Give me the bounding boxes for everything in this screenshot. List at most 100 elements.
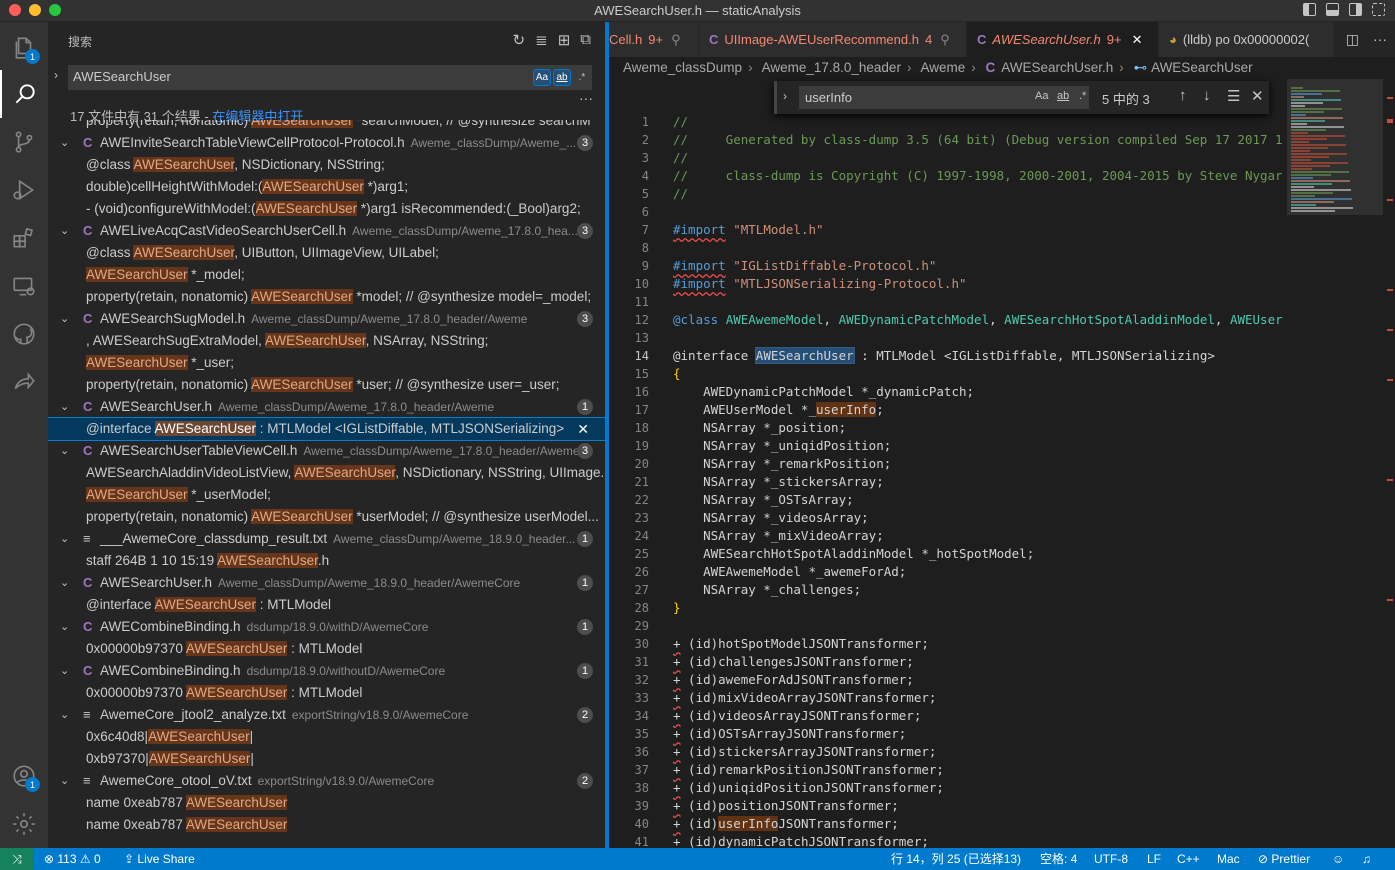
result-file-row[interactable]: ⌄ C AWELiveAcqCastVideoSearchUserCell.h Awe… bbox=[48, 220, 605, 242]
result-match-row[interactable]: 0x6c40d8|AWESearchUser| bbox=[48, 726, 605, 748]
use-regex-toggle[interactable]: .* bbox=[1079, 90, 1086, 102]
result-match-row[interactable]: AWESearchUser *_model; bbox=[48, 264, 605, 286]
match-whole-word-toggle[interactable]: ab bbox=[553, 69, 571, 86]
explorer-button[interactable]: 1 bbox=[0, 24, 48, 72]
result-match-row[interactable]: name 0xeab787 AWESearchUser bbox=[48, 792, 605, 814]
live-share-button[interactable] bbox=[0, 358, 48, 406]
toggle-search-details-button[interactable]: ··· bbox=[579, 90, 593, 106]
breadcrumb-item[interactable]: Aweme_classDump bbox=[623, 60, 742, 75]
chevron-down-icon[interactable]: ⌄ bbox=[60, 616, 69, 638]
result-match-row[interactable]: @class AWESearchUser, NSDictionary, NSSt… bbox=[48, 154, 605, 176]
run-debug-button[interactable] bbox=[0, 166, 48, 214]
pin-icon[interactable]: ⚲ bbox=[671, 32, 681, 47]
use-regex-toggle[interactable]: .* bbox=[573, 69, 591, 86]
result-match-row[interactable]: AWESearchAladdinVideoListView, AWESearch… bbox=[48, 462, 605, 484]
result-file-row[interactable]: ⌄ C AWECombineBinding.h dsdump/18.9.0/witho… bbox=[48, 660, 605, 682]
settings-button[interactable] bbox=[0, 800, 48, 848]
toggle-secondary-sidebar-icon[interactable] bbox=[1349, 3, 1362, 16]
chevron-down-icon[interactable]: ⌄ bbox=[60, 132, 69, 154]
toggle-replace-chevron-icon[interactable]: › bbox=[54, 68, 58, 82]
collapse-all-icon[interactable]: ⧉ bbox=[580, 31, 591, 49]
result-file-row[interactable]: ⌄ ≡ ___AwemeCore_classdump_result.txt Aweme… bbox=[48, 528, 605, 550]
result-match-row[interactable]: , AWESearchSugExtraModel, AWESearchUser,… bbox=[48, 330, 605, 352]
more-actions-icon[interactable]: ··· bbox=[1373, 22, 1387, 57]
chevron-down-icon[interactable]: ⌄ bbox=[60, 704, 69, 726]
result-match-row[interactable]: @interface AWESearchUser : MTLModel bbox=[48, 594, 605, 616]
chevron-down-icon[interactable]: ⌄ bbox=[60, 220, 69, 242]
breadcrumb-item[interactable]: Aweme bbox=[920, 60, 965, 75]
split-editor-icon[interactable]: ◫ bbox=[1346, 22, 1359, 57]
os-indicator[interactable]: Mac bbox=[1217, 848, 1240, 870]
tab-lldb-output[interactable]: ◕ (lldb) po 0x00000002( bbox=[1159, 22, 1334, 57]
chevron-down-icon[interactable]: ⌄ bbox=[60, 308, 69, 330]
result-match-row[interactable]: name 0xeab787 AWESearchUser bbox=[48, 814, 605, 836]
chevron-down-icon[interactable]: ⌄ bbox=[60, 396, 69, 418]
feedback-icon[interactable]: ☺ bbox=[1332, 848, 1344, 870]
language-mode[interactable]: C++ bbox=[1177, 848, 1200, 870]
indentation-setting[interactable]: 空格: 4 bbox=[1040, 848, 1077, 870]
cursor-position[interactable]: 行 14，列 25 (已选择13) bbox=[891, 848, 1021, 870]
result-match-row[interactable]: property(retain, nonatomic) AWESearchUse… bbox=[48, 374, 605, 396]
toggle-sidebar-icon[interactable] bbox=[1303, 3, 1316, 16]
dismiss-result-icon[interactable]: ✕ bbox=[577, 418, 589, 440]
close-tab-icon[interactable]: ✕ bbox=[1132, 32, 1143, 47]
result-file-row[interactable]: ⌄ ≡ AwemeCore_otool_oV.txt exportString/v18… bbox=[48, 770, 605, 792]
result-file-row[interactable]: ⌄ C AWESearchUser.h Aweme_classDump/Aweme_1… bbox=[48, 396, 605, 418]
accounts-button[interactable]: 1 bbox=[0, 752, 48, 800]
customize-layout-icon[interactable] bbox=[1372, 3, 1385, 16]
result-file-row[interactable]: ⌄ C AWESearchSugModel.h Aweme_classDump/Awe… bbox=[48, 308, 605, 330]
match-case-toggle[interactable]: Aa bbox=[1035, 90, 1048, 102]
eol-setting[interactable]: LF bbox=[1147, 848, 1161, 870]
find-in-selection-icon[interactable]: ☰ bbox=[1227, 87, 1240, 105]
chevron-down-icon[interactable]: ⌄ bbox=[60, 528, 69, 550]
result-match-row[interactable]: @class AWESearchUser, UIButton, UIImageV… bbox=[48, 242, 605, 264]
result-match-row[interactable]: property(retain, nonatomic) AWESearchUse… bbox=[48, 120, 605, 132]
search-view-button[interactable] bbox=[0, 70, 48, 118]
chevron-down-icon[interactable]: ⌄ bbox=[60, 660, 69, 682]
toggle-replace-chevron-icon[interactable]: › bbox=[783, 89, 787, 103]
match-whole-word-toggle[interactable]: ab bbox=[1057, 90, 1069, 102]
extensions-button[interactable] bbox=[0, 214, 48, 262]
breadcrumb-item[interactable]: AWESearchUser bbox=[1151, 60, 1253, 75]
result-match-row[interactable]: @interface AWESearchUser : MTLModel <IGL… bbox=[48, 417, 605, 441]
result-file-row[interactable]: ⌄ C AWECombineBinding.h dsdump/18.9.0/withD… bbox=[48, 616, 605, 638]
toggle-panel-icon[interactable] bbox=[1326, 3, 1339, 16]
result-file-row[interactable]: ⌄ C AWEInviteSearchTableViewCellProtocol-P… bbox=[48, 132, 605, 154]
match-case-toggle[interactable]: Aa bbox=[533, 69, 551, 86]
result-match-row[interactable]: AWESearchUser *_userModel; bbox=[48, 484, 605, 506]
next-match-icon[interactable]: ↓ bbox=[1203, 87, 1211, 104]
result-match-row[interactable]: AWESearchUser *_user; bbox=[48, 352, 605, 374]
chevron-down-icon[interactable]: ⌄ bbox=[60, 770, 69, 792]
remote-explorer-button[interactable] bbox=[0, 262, 48, 310]
live-share-status[interactable]: ⇪ Live Share bbox=[124, 848, 195, 870]
new-search-editor-icon[interactable]: ⊞ bbox=[558, 31, 571, 49]
result-match-row[interactable]: property(retain, nonatomic) AWESearchUse… bbox=[48, 286, 605, 308]
result-match-row[interactable]: 0x00000b97370 AWESearchUser : MTLModel bbox=[48, 638, 605, 660]
breadcrumb-item[interactable]: Aweme_17.8.0_header bbox=[762, 60, 901, 75]
encoding-setting[interactable]: UTF-8 bbox=[1094, 848, 1128, 870]
pin-icon[interactable]: ⚲ bbox=[940, 32, 950, 47]
refresh-icon[interactable]: ↻ bbox=[513, 31, 526, 49]
result-file-row[interactable]: ⌄ C AWESearchUser.h Aweme_classDump/Aweme_1… bbox=[48, 572, 605, 594]
result-file-row[interactable]: ⌄ C AWESearchUserTableViewCell.h Aweme_clas… bbox=[48, 440, 605, 462]
result-file-row[interactable]: ⌄ ≡ AwemeCore_jtool2_analyze.txt exportStri… bbox=[48, 704, 605, 726]
search-input[interactable] bbox=[73, 69, 513, 84]
notifications-bell-icon[interactable]: ♫ bbox=[1362, 848, 1371, 870]
github-button[interactable] bbox=[0, 310, 48, 358]
chevron-down-icon[interactable]: ⌄ bbox=[60, 440, 69, 462]
vertical-scrollbar[interactable] bbox=[1385, 79, 1395, 848]
previous-match-icon[interactable]: ↑ bbox=[1179, 87, 1187, 104]
result-match-row[interactable]: 0x00000b97370 AWESearchUser : MTLModel bbox=[48, 682, 605, 704]
tab-awe-search-user[interactable]: C AWESearchUser.h 9+ ✕ bbox=[967, 22, 1159, 57]
result-match-row[interactable]: double)cellHeightWithModel:(AWESearchUse… bbox=[48, 176, 605, 198]
code-area[interactable]: // // Generated by class-dump 3.5 (64 bit… bbox=[673, 112, 1283, 848]
tab-uiimage-awe-user-recommend[interactable]: C UIImage-AWEUserRecommend.h 4 ⚲ bbox=[699, 22, 967, 57]
result-match-row[interactable]: property(retain, nonatomic) AWESearchUse… bbox=[48, 506, 605, 528]
chevron-down-icon[interactable]: ⌄ bbox=[60, 572, 69, 594]
clear-results-icon[interactable]: ≣ bbox=[535, 31, 548, 49]
result-match-row[interactable]: 0xb97370|AWESearchUser| bbox=[48, 748, 605, 770]
minimap[interactable] bbox=[1287, 79, 1383, 848]
remote-indicator-icon[interactable]: ⤨ bbox=[0, 848, 34, 870]
source-control-button[interactable] bbox=[0, 118, 48, 166]
result-match-row[interactable]: staff 264B 1 10 15:19 AWESearchUser.h bbox=[48, 550, 605, 572]
